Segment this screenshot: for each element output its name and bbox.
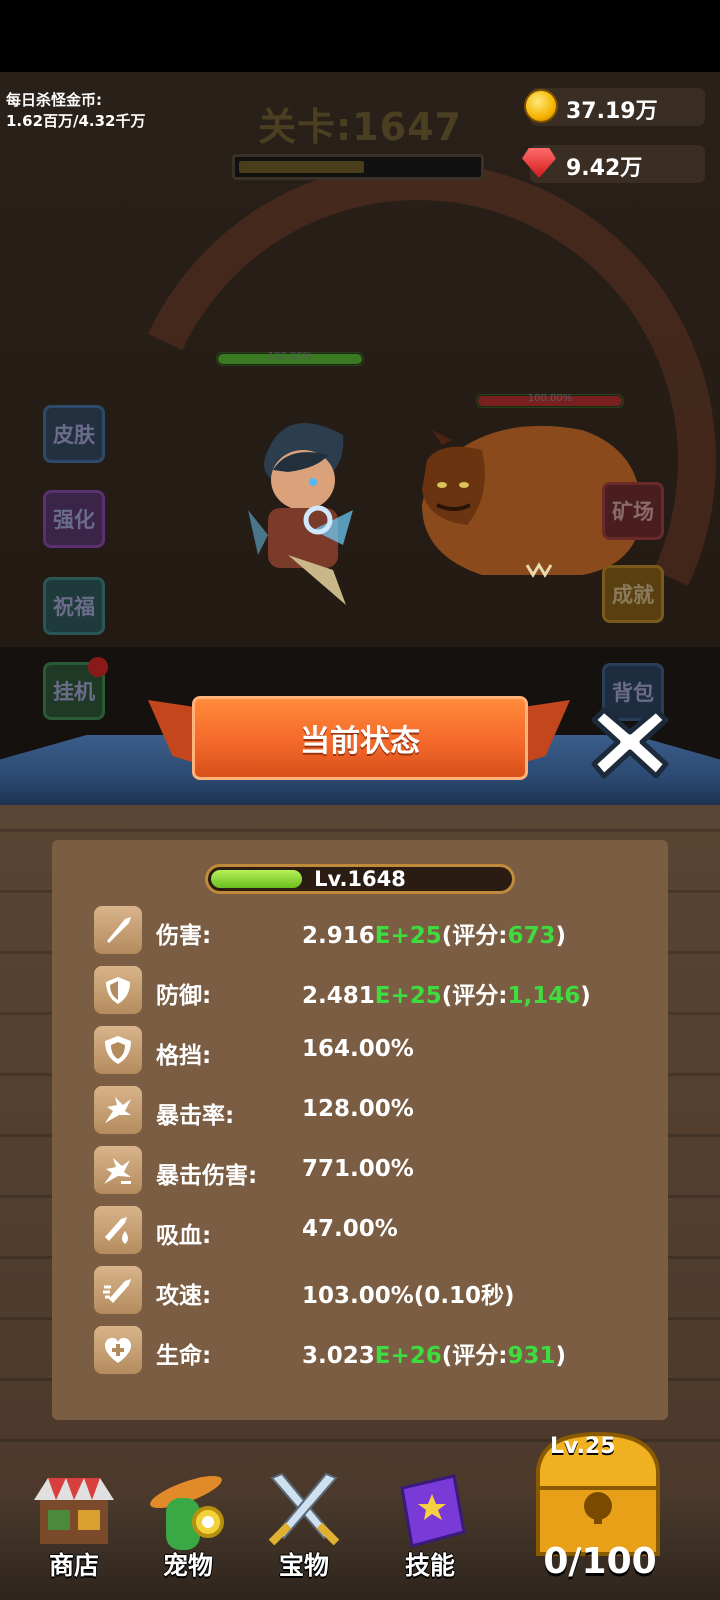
close-icon[interactable] <box>590 702 670 782</box>
stat-value: 103.00%(0.10秒) <box>302 1283 515 1309</box>
hero-character <box>248 423 353 605</box>
stat-label: 伤害: <box>156 923 212 949</box>
stat-row-health: 生命: 3.023E+26(评分:931) <box>94 1326 654 1374</box>
status-panel-title-banner: 当前状态 <box>192 696 528 780</box>
blessing-button-label: 祝福 <box>53 595 95 619</box>
achievement-button[interactable]: 成就 <box>602 565 664 623</box>
stat-row-attack-speed: 攻速: 103.00%(0.10秒) <box>94 1266 654 1314</box>
status-bar <box>0 0 720 72</box>
status-panel-title: 当前状态 <box>300 724 420 759</box>
hero-hp-bar: 100.00% <box>216 351 364 366</box>
stat-label: 暴击伤害: <box>156 1163 258 1189</box>
attack-speed-icon <box>94 1266 142 1314</box>
nav-skill[interactable]: 技能 <box>384 1470 476 1588</box>
enhance-button[interactable]: 强化 <box>43 490 105 548</box>
stat-value: 128.00% <box>302 1096 414 1122</box>
gold-counter[interactable]: 37.19万 <box>524 88 705 126</box>
stat-value: 164.00% <box>302 1036 414 1062</box>
stat-value: 2.916E+25(评分:673) <box>302 923 567 949</box>
stat-label: 生命: <box>156 1343 212 1369</box>
stat-value: 771.00% <box>302 1156 414 1182</box>
stat-row-defense: 防御: 2.481E+25(评分:1,146) <box>94 966 654 1014</box>
stat-row-crit-rate: 暴击率: 128.00% <box>94 1086 654 1134</box>
idle-button-label: 挂机 <box>53 680 95 704</box>
daily-gold-info: 每日杀怪金币: 1.62百万/4.32千万 <box>6 90 146 132</box>
blessing-button[interactable]: 祝福 <box>43 577 105 635</box>
treasure-chest[interactable]: Lv.25 0/100 <box>528 1430 668 1590</box>
stage-progress-bar <box>232 154 484 180</box>
stat-value: 3.023E+26(评分:931) <box>302 1343 567 1369</box>
mine-button[interactable]: 矿场 <box>602 482 664 540</box>
stat-row-crit-damage: 暴击伤害: 771.00% <box>94 1146 654 1194</box>
chest-level: Lv.25 <box>550 1434 616 1459</box>
nav-pet-label: 宠物 <box>162 1551 213 1580</box>
stat-value: 2.481E+25(评分:1,146) <box>302 983 591 1009</box>
stage-title: 关卡:1647 <box>258 105 462 149</box>
stat-value: 47.00% <box>302 1216 398 1242</box>
stat-row-lifesteal: 吸血: 47.00% <box>94 1206 654 1254</box>
hero-hp-text: 100.00% <box>267 351 313 362</box>
stat-row-damage: 伤害: 2.916E+25(评分:673) <box>94 906 654 954</box>
stat-label: 格挡: <box>156 1043 212 1069</box>
idle-button[interactable]: 挂机 <box>43 657 108 720</box>
nav-shop[interactable]: 商店 <box>28 1470 120 1588</box>
shield-icon <box>94 966 142 1014</box>
sword-icon <box>94 906 142 954</box>
crit-damage-icon <box>94 1146 142 1194</box>
nav-skill-label: 技能 <box>404 1551 455 1580</box>
stat-label: 吸血: <box>156 1223 212 1249</box>
skin-button-label: 皮肤 <box>53 423 95 447</box>
level-text: Lv.1648 <box>314 867 406 891</box>
nav-treasure[interactable]: 宝物 <box>258 1470 350 1588</box>
stage-progress-fill <box>239 161 364 173</box>
daily-gold-value: 1.62百万/4.32千万 <box>6 112 146 130</box>
gold-amount: 37.19万 <box>566 99 658 124</box>
crit-burst-icon <box>94 1086 142 1134</box>
skin-button[interactable]: 皮肤 <box>43 405 105 463</box>
mine-button-label: 矿场 <box>612 500 654 524</box>
stat-label: 暴击率: <box>156 1103 235 1129</box>
level-progress-bar: Lv.1648 <box>205 864 515 894</box>
nav-treasure-label: 宝物 <box>278 1551 329 1580</box>
nav-shop-label: 商店 <box>48 1551 99 1580</box>
monster-hp-text: 100.00% <box>527 393 573 404</box>
enhance-button-label: 强化 <box>53 508 95 532</box>
block-shield-icon <box>94 1026 142 1074</box>
notification-dot-icon <box>88 657 108 677</box>
stat-label: 防御: <box>156 983 212 1009</box>
gem-amount: 9.42万 <box>566 156 643 181</box>
daily-gold-label: 每日杀怪金币: <box>6 91 102 109</box>
lifesteal-icon <box>94 1206 142 1254</box>
heart-plus-icon <box>94 1326 142 1374</box>
nav-pet[interactable]: 宠物 <box>142 1470 234 1588</box>
gold-coin-icon <box>524 89 558 123</box>
chest-count: 0/100 <box>543 1541 657 1582</box>
achievement-button-label: 成就 <box>612 583 654 607</box>
gem-counter[interactable]: 9.42万 <box>522 145 705 183</box>
stat-row-block: 格挡: 164.00% <box>94 1026 654 1074</box>
stat-label: 攻速: <box>156 1283 212 1309</box>
